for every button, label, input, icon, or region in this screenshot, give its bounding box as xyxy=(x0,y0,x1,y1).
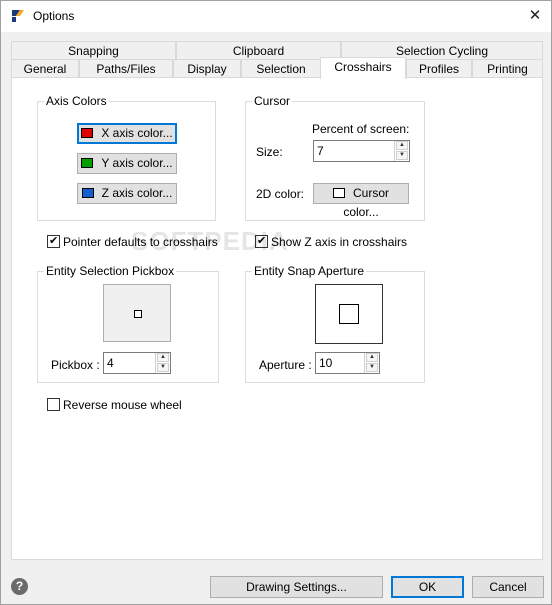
cancel-button[interactable]: Cancel xyxy=(472,576,544,598)
tab-crosshairs[interactable]: Crosshairs xyxy=(320,57,406,79)
pickbox-value: 4 xyxy=(107,356,114,370)
cursor-color-label: Cursor color... xyxy=(343,186,389,219)
cursor-size-spinner[interactable]: 7 ▲ ▼ xyxy=(313,140,410,162)
aperture-value: 10 xyxy=(319,356,333,370)
cursor-size-down-icon[interactable]: ▼ xyxy=(396,151,408,160)
tab-snapping[interactable]: Snapping xyxy=(11,41,176,60)
ok-button[interactable]: OK xyxy=(391,576,464,598)
pickbox-up-icon[interactable]: ▲ xyxy=(157,353,169,362)
aperture-square xyxy=(339,304,359,324)
close-icon[interactable]: ✕ xyxy=(522,4,548,28)
aperture-spinner[interactable]: 10 ▲ ▼ xyxy=(315,352,380,374)
cursor-size-value: 7 xyxy=(317,144,324,158)
reverse-mouse-wheel-label: Reverse mouse wheel xyxy=(63,398,182,412)
y-axis-color-label: Y axis color... xyxy=(101,156,173,170)
tab-general[interactable]: General xyxy=(11,59,79,78)
x-axis-swatch xyxy=(81,128,94,138)
reverse-mouse-wheel-checkbox[interactable] xyxy=(47,398,60,411)
check-icon: ✔ xyxy=(49,235,59,247)
pickbox-group: Entity Selection Pickbox Pickbox : 4 ▲ ▼ xyxy=(37,264,219,383)
watermark: SOFTPEDIA xyxy=(131,226,289,256)
pickbox-square xyxy=(134,310,142,318)
aperture-label: Aperture : xyxy=(259,358,312,372)
pickbox-preview xyxy=(103,284,171,342)
z-axis-color-label: Z axis color... xyxy=(101,186,173,200)
app-logo-icon xyxy=(12,10,24,22)
cursor-2d-color-label: 2D color: xyxy=(256,187,305,201)
axis-colors-legend: Axis Colors xyxy=(44,94,109,108)
percent-of-screen-label: Percent of screen: xyxy=(312,122,410,136)
z-axis-swatch xyxy=(81,188,94,198)
y-axis-swatch xyxy=(81,158,94,168)
window-title: Options xyxy=(33,9,75,23)
pickbox-label: Pickbox : xyxy=(51,358,100,372)
tab-clipboard[interactable]: Clipboard xyxy=(176,41,341,60)
x-axis-color-button[interactable]: X axis color... xyxy=(77,123,177,144)
pickbox-legend: Entity Selection Pickbox xyxy=(44,264,177,278)
cursor-size-arrows: ▲ ▼ xyxy=(394,141,409,161)
tab-printing[interactable]: Printing xyxy=(472,59,543,78)
cursor-size-up-icon[interactable]: ▲ xyxy=(396,141,408,150)
aperture-preview xyxy=(315,284,383,344)
aperture-down-icon[interactable]: ▼ xyxy=(366,363,378,372)
aperture-up-icon[interactable]: ▲ xyxy=(366,353,378,362)
crosshairs-panel: Axis Colors X axis color... Y axis color… xyxy=(11,77,543,560)
aperture-group: Entity Snap Aperture Aperture : 10 ▲ ▼ xyxy=(245,264,425,383)
z-axis-color-button[interactable]: Z axis color... xyxy=(77,183,177,204)
x-axis-color-label: X axis color... xyxy=(101,126,173,140)
options-window: Options ✕ Snapping Clipboard Selection C… xyxy=(0,0,552,605)
pickbox-spinner[interactable]: 4 ▲ ▼ xyxy=(103,352,171,374)
pickbox-down-icon[interactable]: ▼ xyxy=(157,363,169,372)
tab-paths-files[interactable]: Paths/Files xyxy=(79,59,173,78)
show-z-axis-label: Show Z axis in crosshairs xyxy=(271,235,408,249)
aperture-arrows: ▲ ▼ xyxy=(364,353,379,373)
pointer-defaults-checkbox[interactable]: ✔ xyxy=(47,235,60,248)
cursor-color-button[interactable]: Cursor color... xyxy=(313,183,409,219)
y-axis-color-button[interactable]: Y axis color... xyxy=(77,153,177,174)
cursor-group: Cursor Percent of screen: Size: 7 ▲ ▼ 2D… xyxy=(245,94,425,221)
axis-colors-group: Axis Colors X axis color... Y axis color… xyxy=(37,94,216,221)
tab-display[interactable]: Display xyxy=(173,59,241,78)
drawing-settings-button[interactable]: Drawing Settings... xyxy=(210,576,383,598)
tab-selection[interactable]: Selection xyxy=(241,59,321,78)
pickbox-arrows: ▲ ▼ xyxy=(155,353,170,373)
tab-profiles[interactable]: Profiles xyxy=(406,59,472,78)
title-bar: Options ✕ xyxy=(1,1,551,32)
cursor-legend: Cursor xyxy=(252,94,293,108)
aperture-legend: Entity Snap Aperture xyxy=(252,264,367,278)
cursor-size-label: Size: xyxy=(256,145,283,159)
help-icon[interactable]: ? xyxy=(11,578,28,595)
cursor-color-swatch xyxy=(332,188,345,198)
